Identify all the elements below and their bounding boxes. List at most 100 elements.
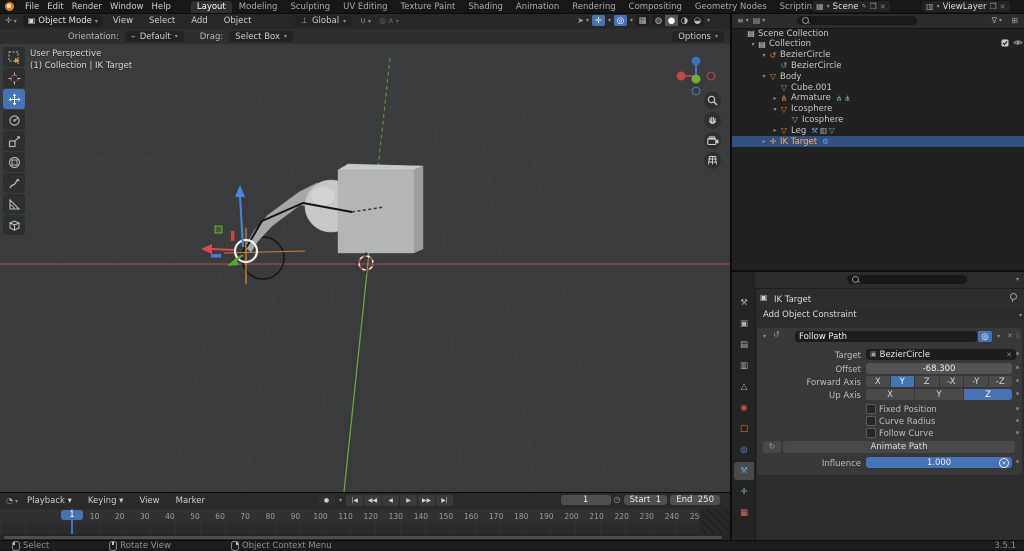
animate-path-button[interactable]: Animate Path: [783, 441, 1015, 453]
workspace-tab-animation[interactable]: Animation: [510, 1, 565, 13]
timeline-scrollbar[interactable]: [4, 536, 722, 539]
transform-orientation-dropdown[interactable]: ⊥ Global ▾: [295, 15, 353, 27]
viewport-menu-select[interactable]: Select: [145, 16, 179, 26]
jump-end-button[interactable]: ▶|: [436, 495, 454, 506]
properties-tab-object[interactable]: □: [734, 420, 754, 438]
workspace-tab-sculpting[interactable]: Sculpting: [284, 1, 336, 13]
decorator-dot[interactable]: [1016, 366, 1019, 369]
workspace-tab-layout[interactable]: Layout: [190, 0, 232, 13]
axis-y-dot[interactable]: [691, 74, 701, 84]
collapse-arrow-icon[interactable]: ▾: [763, 333, 766, 340]
workspace-tab-uv-editing[interactable]: UV Editing: [337, 1, 393, 13]
forward-axis-y[interactable]: Y: [890, 376, 914, 387]
expand-arrow[interactable]: ▾: [760, 73, 768, 80]
play-reverse-button[interactable]: ◀: [382, 495, 400, 506]
forward-axis--x[interactable]: -X: [939, 376, 963, 387]
outliner-row-beziercircle[interactable]: ▾ ↺ BezierCircle: [732, 50, 1024, 61]
target-field[interactable]: ▣ BezierCircle ✕: [866, 349, 1016, 360]
outliner-row-cube-001[interactable]: ▽ Cube.001: [732, 82, 1024, 93]
workspace-tab-texture-paint[interactable]: Texture Paint: [395, 1, 462, 13]
forward-axis--z[interactable]: -Z: [988, 376, 1012, 387]
workspace-tab-shading[interactable]: Shading: [462, 1, 509, 13]
outliner-search-input[interactable]: [797, 16, 918, 25]
rotate-tool[interactable]: [3, 110, 25, 130]
decorator-dot[interactable]: [1016, 379, 1019, 382]
expand-arrow[interactable]: ▸: [760, 138, 768, 145]
up-axis-z[interactable]: Z: [964, 389, 1012, 400]
axis-z-neg-dot[interactable]: [691, 86, 701, 96]
decorator-dot[interactable]: [1016, 407, 1019, 410]
follow-curve-checkbox[interactable]: [866, 428, 876, 438]
clear-target-icon[interactable]: ✕: [1006, 351, 1012, 359]
toggle-ortho-button[interactable]: [704, 152, 721, 169]
end-frame-field[interactable]: End 250: [670, 495, 720, 505]
viewport-menu-object[interactable]: Object: [220, 16, 256, 26]
offset-slider[interactable]: -68.300: [866, 363, 1012, 374]
menu-render[interactable]: Render: [68, 2, 106, 12]
outliner-row-collection[interactable]: ▾ ▤ Collection: [732, 39, 1024, 50]
zoom-button[interactable]: [704, 92, 721, 109]
scene-selector[interactable]: ▦ ▾ Scene ✎ ❐ ✕: [812, 1, 890, 12]
outliner-display-mode-dropdown[interactable]: ≡ ▾: [737, 16, 749, 25]
menu-window[interactable]: Window: [106, 2, 148, 12]
decorator-dot[interactable]: [1016, 431, 1019, 434]
decorator-dot[interactable]: [1016, 460, 1019, 463]
show-gizmo-toggle[interactable]: ✛: [591, 15, 605, 26]
add-constraint-button[interactable]: Add Object Constraint ▾: [757, 309, 1024, 321]
timeline-channels[interactable]: [0, 523, 730, 534]
mode-dropdown[interactable]: ▣ Object Mode ▾: [22, 15, 103, 27]
delete-constraint-icon[interactable]: ✕: [1007, 332, 1013, 340]
properties-tab-render[interactable]: ▣: [734, 315, 754, 333]
measure-tool[interactable]: [3, 194, 25, 214]
timeline-menu-playback[interactable]: Playback ▾: [23, 496, 76, 506]
decorator-dot[interactable]: [1016, 352, 1019, 355]
gizmo-x-arrow[interactable]: [211, 248, 235, 251]
expand-arrow[interactable]: ▸: [771, 95, 779, 102]
forward-axis-z[interactable]: Z: [915, 376, 939, 387]
axis-x-neg-dot[interactable]: [706, 71, 716, 81]
pin-icon[interactable]: ✎: [862, 3, 867, 10]
transform-tool[interactable]: [3, 152, 25, 172]
stopwatch-icon[interactable]: ◷: [614, 496, 621, 504]
new-viewlayer-icon[interactable]: ❐: [989, 2, 996, 11]
play-button[interactable]: ▶: [400, 495, 418, 506]
record-button[interactable]: ●: [318, 495, 335, 506]
shading-wireframe-icon[interactable]: ◍: [652, 15, 665, 26]
camera-view-button[interactable]: [704, 132, 721, 149]
gizmo-plane-xy[interactable]: [214, 225, 223, 234]
xray-toggle[interactable]: ▦: [635, 15, 649, 26]
next-keyframe-button[interactable]: ▶▶: [418, 495, 436, 506]
outliner-row-icosphere[interactable]: ▾ ▽ Icosphere: [732, 104, 1024, 115]
pan-button[interactable]: [704, 112, 721, 129]
new-collection-icon[interactable]: ⊞: [1011, 16, 1018, 25]
new-scene-icon[interactable]: ❐: [870, 2, 877, 11]
properties-tab-scene[interactable]: △: [734, 378, 754, 396]
drag-field[interactable]: Select Box ▾: [229, 31, 294, 42]
checkbox-icon[interactable]: [1001, 39, 1009, 50]
menu-edit[interactable]: Edit: [43, 2, 67, 12]
outliner-row-beziercircle[interactable]: ↺ BezierCircle: [732, 60, 1024, 71]
expand-arrow[interactable]: ▾: [771, 106, 779, 113]
constraint-extras-dropdown[interactable]: ▾: [997, 333, 1000, 340]
cursor-tool[interactable]: [3, 68, 25, 88]
viewport-menu-add[interactable]: Add: [187, 16, 211, 26]
properties-tab-object-data[interactable]: ✛: [734, 483, 754, 501]
up-axis-y[interactable]: Y: [915, 389, 963, 400]
axis-z-dot[interactable]: [691, 56, 701, 66]
viewport-menu-view[interactable]: View: [109, 16, 137, 26]
expand-arrow[interactable]: ▾: [749, 41, 757, 48]
animate-path-icon-button[interactable]: ↻: [763, 441, 781, 453]
properties-tab-tool[interactable]: ⚒: [734, 294, 754, 312]
proportional-edit-dropdown[interactable]: ◎ ∧ ▾: [379, 17, 399, 25]
up-axis-x[interactable]: X: [866, 389, 914, 400]
gizmo-dropdown[interactable]: ▾: [608, 17, 611, 24]
constraint-name-field[interactable]: Follow Path: [795, 331, 977, 342]
prev-keyframe-button[interactable]: ◀◀: [364, 495, 382, 506]
axis-x-dot[interactable]: [676, 71, 686, 81]
fixed-position-checkbox[interactable]: [866, 404, 876, 414]
move-tool[interactable]: [3, 89, 25, 109]
snap-dropdown[interactable]: ∪ ▾: [360, 17, 371, 25]
shading-solid-icon[interactable]: ●: [664, 15, 678, 26]
select-box-tool[interactable]: [3, 47, 25, 67]
gizmo-plane-yz[interactable]: [211, 254, 221, 258]
